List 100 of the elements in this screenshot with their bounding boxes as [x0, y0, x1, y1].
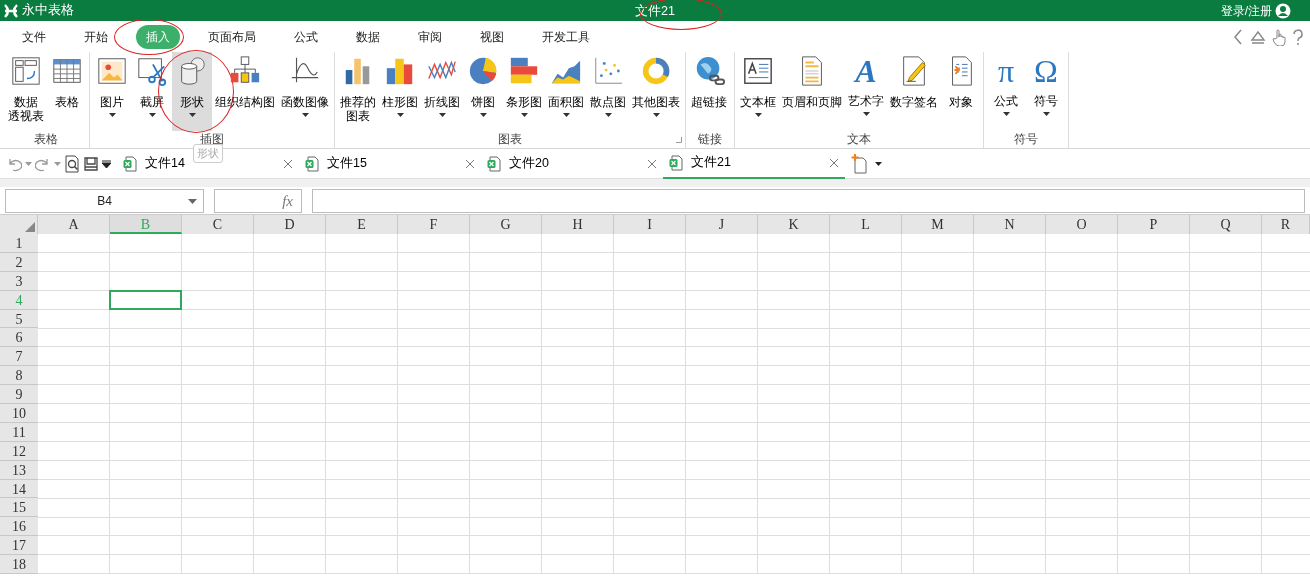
- ribbon-button[interactable]: π 公式: [986, 52, 1026, 131]
- select-all-icon[interactable]: [25, 222, 35, 232]
- column-header[interactable]: F: [398, 215, 470, 234]
- ribbon-button[interactable]: 形状: [172, 52, 212, 131]
- row-header[interactable]: 16: [0, 517, 38, 537]
- ribbon-button[interactable]: 图片: [92, 52, 132, 131]
- menu-tab[interactable]: 页面布局: [198, 24, 266, 49]
- row-header[interactable]: 8: [0, 366, 38, 386]
- ribbon-button[interactable]: 其他图表: [629, 52, 683, 131]
- column-header[interactable]: E: [326, 215, 398, 234]
- menu-tab[interactable]: 文件: [12, 24, 56, 49]
- hand-icon[interactable]: [1272, 27, 1286, 46]
- row-header[interactable]: 17: [0, 536, 38, 556]
- name-box[interactable]: B4: [5, 188, 204, 213]
- user-icon[interactable]: [1275, 2, 1291, 19]
- column-header[interactable]: J: [686, 215, 758, 234]
- row-header[interactable]: 15: [0, 498, 38, 518]
- column-header[interactable]: O: [1046, 215, 1118, 234]
- row-header[interactable]: 10: [0, 404, 38, 423]
- login-link[interactable]: 登录/注册: [1220, 1, 1272, 20]
- new-document-icon[interactable]: [851, 153, 869, 174]
- launcher-icon[interactable]: [676, 137, 682, 143]
- row-header[interactable]: 6: [0, 328, 38, 348]
- ribbon-button[interactable]: 文本框: [737, 52, 779, 131]
- collapse-icon[interactable]: [1250, 28, 1266, 45]
- column-header[interactable]: M: [902, 215, 974, 234]
- ribbon-button[interactable]: Ω 符号: [1026, 52, 1066, 131]
- column-header[interactable]: G: [470, 215, 542, 234]
- caret-icon[interactable]: [875, 161, 882, 166]
- donut-chart-icon: [640, 55, 672, 87]
- ribbon-button[interactable]: 推荐的 图表: [337, 52, 379, 131]
- spreadsheet-file-icon: [669, 154, 683, 171]
- back-icon[interactable]: [1232, 27, 1244, 46]
- image-icon: [96, 55, 128, 87]
- column-header[interactable]: I: [614, 215, 686, 234]
- caret-icon[interactable]: [102, 159, 111, 168]
- print-preview-icon[interactable]: [64, 154, 80, 173]
- formula-input[interactable]: [312, 188, 1305, 213]
- ribbon-button[interactable]: 数字签名: [887, 52, 941, 131]
- row-header[interactable]: 7: [0, 347, 38, 367]
- column-header[interactable]: C: [182, 215, 254, 234]
- selected-cell[interactable]: [109, 289, 182, 310]
- column-header[interactable]: Q: [1190, 215, 1262, 234]
- menu-tab[interactable]: 开始: [74, 24, 118, 49]
- document-tab[interactable]: 文件20: [481, 148, 663, 179]
- ribbon-button[interactable]: 饼图: [463, 52, 503, 131]
- row-header[interactable]: 1: [0, 234, 38, 253]
- column-header[interactable]: P: [1118, 215, 1190, 234]
- ribbon-button[interactable]: 组织结构图: [212, 52, 278, 131]
- ribbon-button[interactable]: 柱形图: [379, 52, 421, 131]
- row-header[interactable]: 9: [0, 385, 38, 404]
- caret-icon: [396, 113, 404, 117]
- document-tab[interactable]: 文件21: [663, 148, 845, 179]
- app-name: 永中表格: [22, 2, 74, 20]
- caret-icon: [1002, 112, 1010, 116]
- ribbon-button[interactable]: 表格: [47, 52, 87, 131]
- menu-tab[interactable]: 数据: [346, 24, 390, 49]
- menu-tab[interactable]: 公式: [284, 24, 328, 49]
- column-header[interactable]: R: [1262, 215, 1310, 234]
- group-label: 表格: [33, 132, 59, 147]
- ribbon-button[interactable]: 面积图: [545, 52, 587, 131]
- close-icon[interactable]: [647, 158, 657, 169]
- close-icon[interactable]: [829, 157, 839, 168]
- menu-tab[interactable]: 审阅: [408, 24, 452, 49]
- caret-icon: [148, 113, 156, 117]
- caret-icon: [301, 113, 309, 117]
- logo-icon: [3, 2, 19, 19]
- menu-tab[interactable]: 视图: [470, 24, 514, 49]
- help-icon[interactable]: [1292, 27, 1304, 46]
- ribbon-button[interactable]: A 艺术字: [845, 52, 887, 131]
- column-header[interactable]: K: [758, 215, 830, 234]
- scissors-icon: [136, 55, 168, 87]
- ribbon-button[interactable]: 页眉和页脚: [779, 52, 845, 131]
- caret-icon: [604, 113, 612, 117]
- ribbon-button[interactable]: 超链接: [688, 52, 730, 131]
- column-header[interactable]: A: [38, 215, 110, 234]
- menu-tab[interactable]: 开发工具: [532, 24, 600, 49]
- caret-icon: [520, 113, 528, 117]
- spreadsheet-file-icon: [305, 155, 319, 172]
- glyph-icon: π: [997, 54, 1015, 88]
- caret-icon: [188, 113, 196, 117]
- close-icon[interactable]: [465, 158, 475, 169]
- column-header[interactable]: D: [254, 215, 326, 234]
- ribbon-button[interactable]: 截屏: [132, 52, 172, 131]
- ribbon-button[interactable]: 函数图像: [278, 52, 332, 131]
- close-icon[interactable]: [283, 158, 293, 169]
- save-icon[interactable]: [83, 155, 99, 172]
- column-header[interactable]: N: [974, 215, 1046, 234]
- ribbon-button[interactable]: 数据 透视表: [5, 52, 47, 131]
- column-header[interactable]: H: [542, 215, 614, 234]
- group-label: 文本: [846, 132, 872, 147]
- function-button[interactable]: fx: [214, 188, 302, 213]
- column-header[interactable]: L: [830, 215, 902, 234]
- row-header[interactable]: 18: [0, 555, 38, 575]
- ribbon-button[interactable]: 散点图: [587, 52, 629, 131]
- ribbon-button[interactable]: 条形图: [503, 52, 545, 131]
- ribbon-button[interactable]: 折线图: [421, 52, 463, 131]
- group-label: 符号: [1013, 132, 1039, 147]
- document-tab[interactable]: 文件15: [299, 148, 481, 179]
- ribbon-button[interactable]: 对象: [941, 52, 981, 131]
